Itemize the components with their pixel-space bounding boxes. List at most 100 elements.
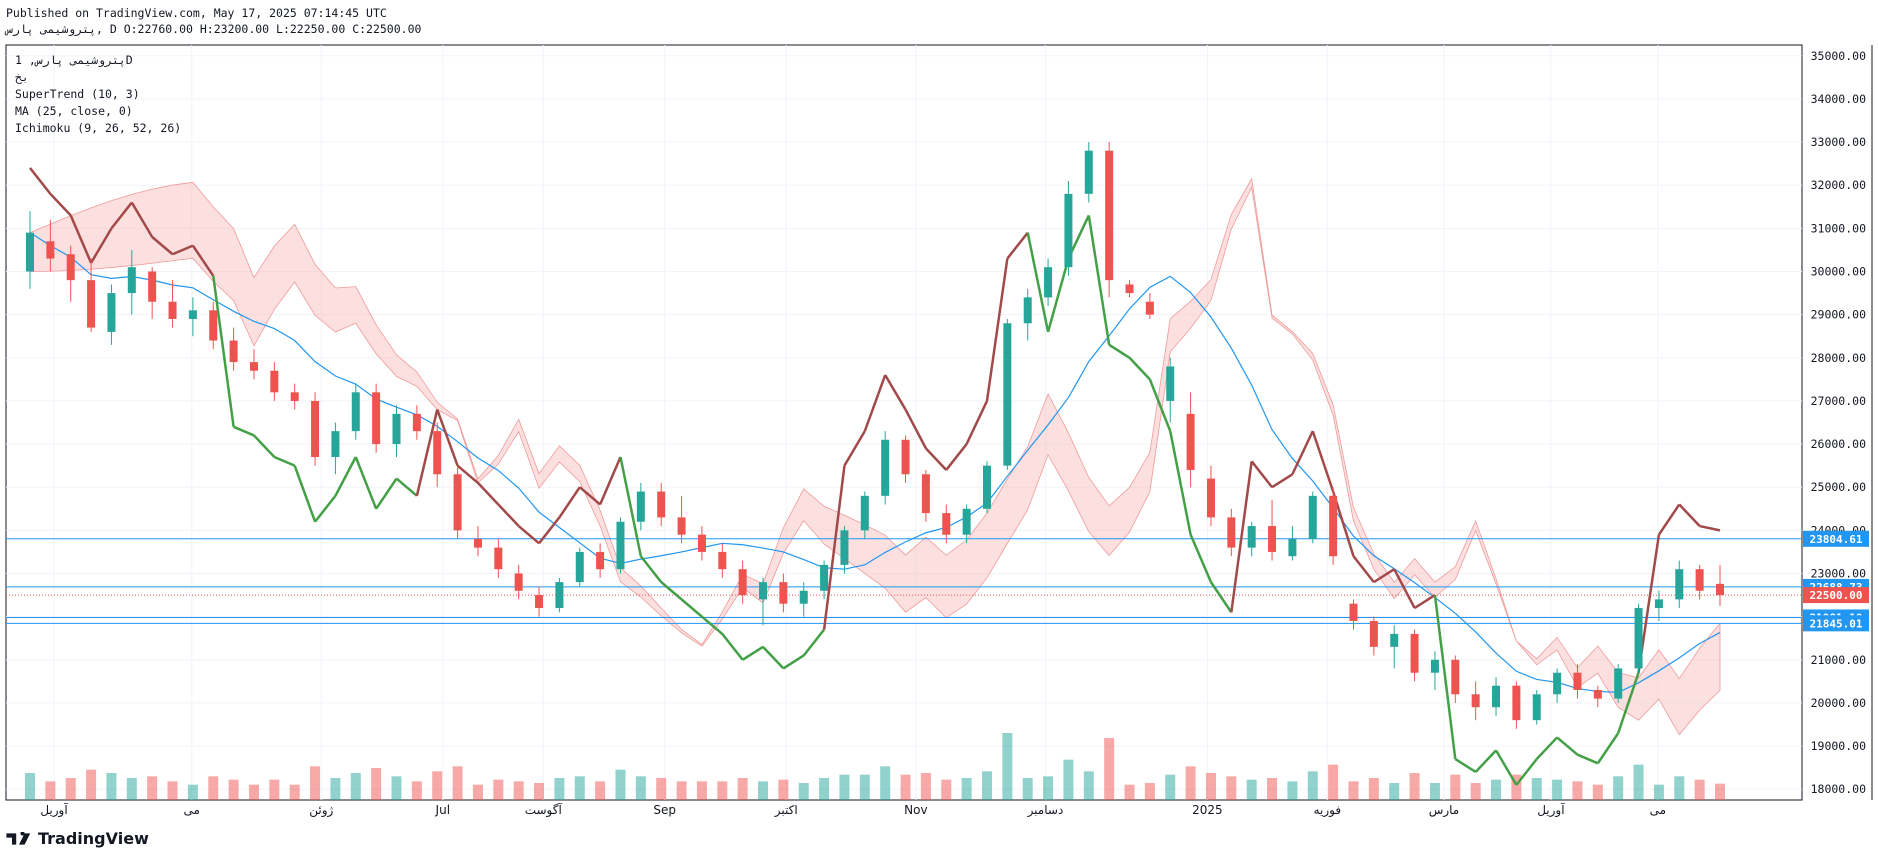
candle-body: [1593, 689, 1602, 699]
volume-bar: [167, 781, 178, 800]
x-tick-label: ژوئن: [309, 803, 333, 818]
volume-bar: [1552, 779, 1563, 800]
candle-body: [1430, 659, 1439, 673]
legend-supertrend[interactable]: SuperTrend (10, 3): [15, 86, 181, 103]
volume-bar: [615, 769, 626, 800]
supertrend-segment: [1250, 460, 1274, 488]
supertrend-segment: [1454, 757, 1477, 774]
y-tick-label: 19000.00: [1811, 739, 1866, 753]
volume-bar: [1002, 733, 1013, 800]
supertrend-segment: [1311, 430, 1335, 492]
legend-ichimoku[interactable]: Ichimoku (9, 26, 52, 26): [15, 120, 181, 137]
volume-bar: [839, 774, 850, 800]
candle-body: [270, 370, 279, 393]
supertrend-segment: [965, 400, 989, 445]
x-tick-label: Sep: [653, 803, 676, 817]
supertrend-segment: [1596, 732, 1620, 765]
volume-bar: [1063, 759, 1074, 800]
candle-body: [1634, 608, 1643, 669]
x-tick-label: آوریل: [1537, 802, 1565, 818]
volume-bar: [554, 778, 565, 800]
volume-bar: [1104, 738, 1115, 800]
candle-body: [1675, 569, 1684, 600]
supertrend-segment: [334, 456, 357, 497]
y-tick-label: 33000.00: [1811, 135, 1866, 149]
volume-bar: [1674, 776, 1685, 800]
candle-body: [942, 513, 951, 535]
x-tick-label: می: [1650, 803, 1666, 817]
volume-bar: [778, 779, 789, 800]
volume-bar: [432, 771, 443, 800]
volume-bar: [1368, 778, 1379, 800]
volume-bar: [289, 784, 300, 800]
supertrend-segment: [314, 495, 337, 523]
y-tick-label: 32000.00: [1811, 178, 1866, 192]
candle-body: [820, 564, 829, 591]
volume-bar: [1653, 784, 1664, 800]
y-tick-label: 26000.00: [1811, 437, 1866, 451]
x-tick-label: Nov: [904, 803, 927, 817]
y-tick-label: 31000.00: [1811, 221, 1866, 235]
y-tick-label: 18000.00: [1811, 782, 1866, 796]
candle-body: [1329, 495, 1338, 557]
candle-body: [718, 551, 727, 570]
supertrend-segment: [680, 598, 703, 618]
volume-bar: [1287, 781, 1298, 800]
volume-bar: [1144, 783, 1155, 800]
candle-body: [799, 590, 808, 604]
candle-body: [738, 569, 747, 596]
volume-bar: [330, 778, 341, 800]
candle-body: [412, 413, 421, 432]
y-tick-label: 28000.00: [1811, 351, 1866, 365]
volume-bar: [350, 773, 361, 800]
volume-bar: [1307, 771, 1318, 800]
supertrend-segment: [1108, 343, 1131, 359]
volume-bar: [900, 774, 911, 800]
supertrend-segment: [253, 434, 276, 458]
candle-body: [229, 340, 238, 363]
candle-body: [636, 491, 645, 522]
tradingview-brand[interactable]: TradingView: [6, 829, 149, 848]
volume-bar: [228, 779, 239, 800]
supertrend-segment: [354, 456, 378, 510]
supertrend-segment: [293, 465, 317, 523]
candle-body: [188, 310, 197, 319]
volume-bar: [1470, 783, 1481, 800]
price-chart[interactable]: 18000.0019000.0020000.0021000.0022000.00…: [0, 0, 1878, 858]
brand-label: TradingView: [38, 829, 149, 848]
candle-body: [46, 241, 55, 259]
x-tick-label: Jul: [435, 803, 450, 817]
candle-body: [249, 362, 258, 371]
candle-body: [148, 271, 157, 302]
volume-bar: [1715, 783, 1725, 800]
supertrend-segment: [233, 425, 255, 437]
plot-frame: [5, 44, 1803, 801]
supertrend-segment: [1291, 430, 1314, 475]
volume-bar: [493, 779, 504, 800]
volume-bar: [1246, 779, 1257, 800]
candle-body: [1553, 672, 1562, 695]
legend-symbol[interactable]: پتروشیمی پارس, 1D: [15, 52, 181, 69]
volume-bar: [635, 776, 646, 800]
x-tick-label: اکتبر: [774, 803, 798, 818]
candle-body: [392, 413, 401, 445]
supertrend-segment: [598, 456, 622, 505]
legend-ma[interactable]: MA (25, close, 0): [15, 103, 181, 120]
price-axis-bg: [1803, 46, 1871, 799]
volume-bar: [1633, 764, 1644, 800]
candle-body: [657, 491, 666, 518]
volume-bar: [86, 769, 97, 800]
candle-body: [962, 508, 971, 535]
y-tick-label: 20000.00: [1811, 696, 1866, 710]
volume-bar: [1592, 784, 1603, 800]
x-tick-label: فوریه: [1314, 803, 1342, 818]
volume-bar: [187, 784, 198, 800]
candle-body: [1064, 193, 1073, 268]
candle-body: [168, 301, 177, 319]
volume-bar: [1389, 783, 1400, 800]
candle-body: [311, 400, 320, 458]
candle-body: [1349, 603, 1358, 621]
candle-body: [127, 267, 136, 294]
level-price-label: 21845.01: [1810, 617, 1863, 630]
candle-body: [209, 310, 218, 341]
